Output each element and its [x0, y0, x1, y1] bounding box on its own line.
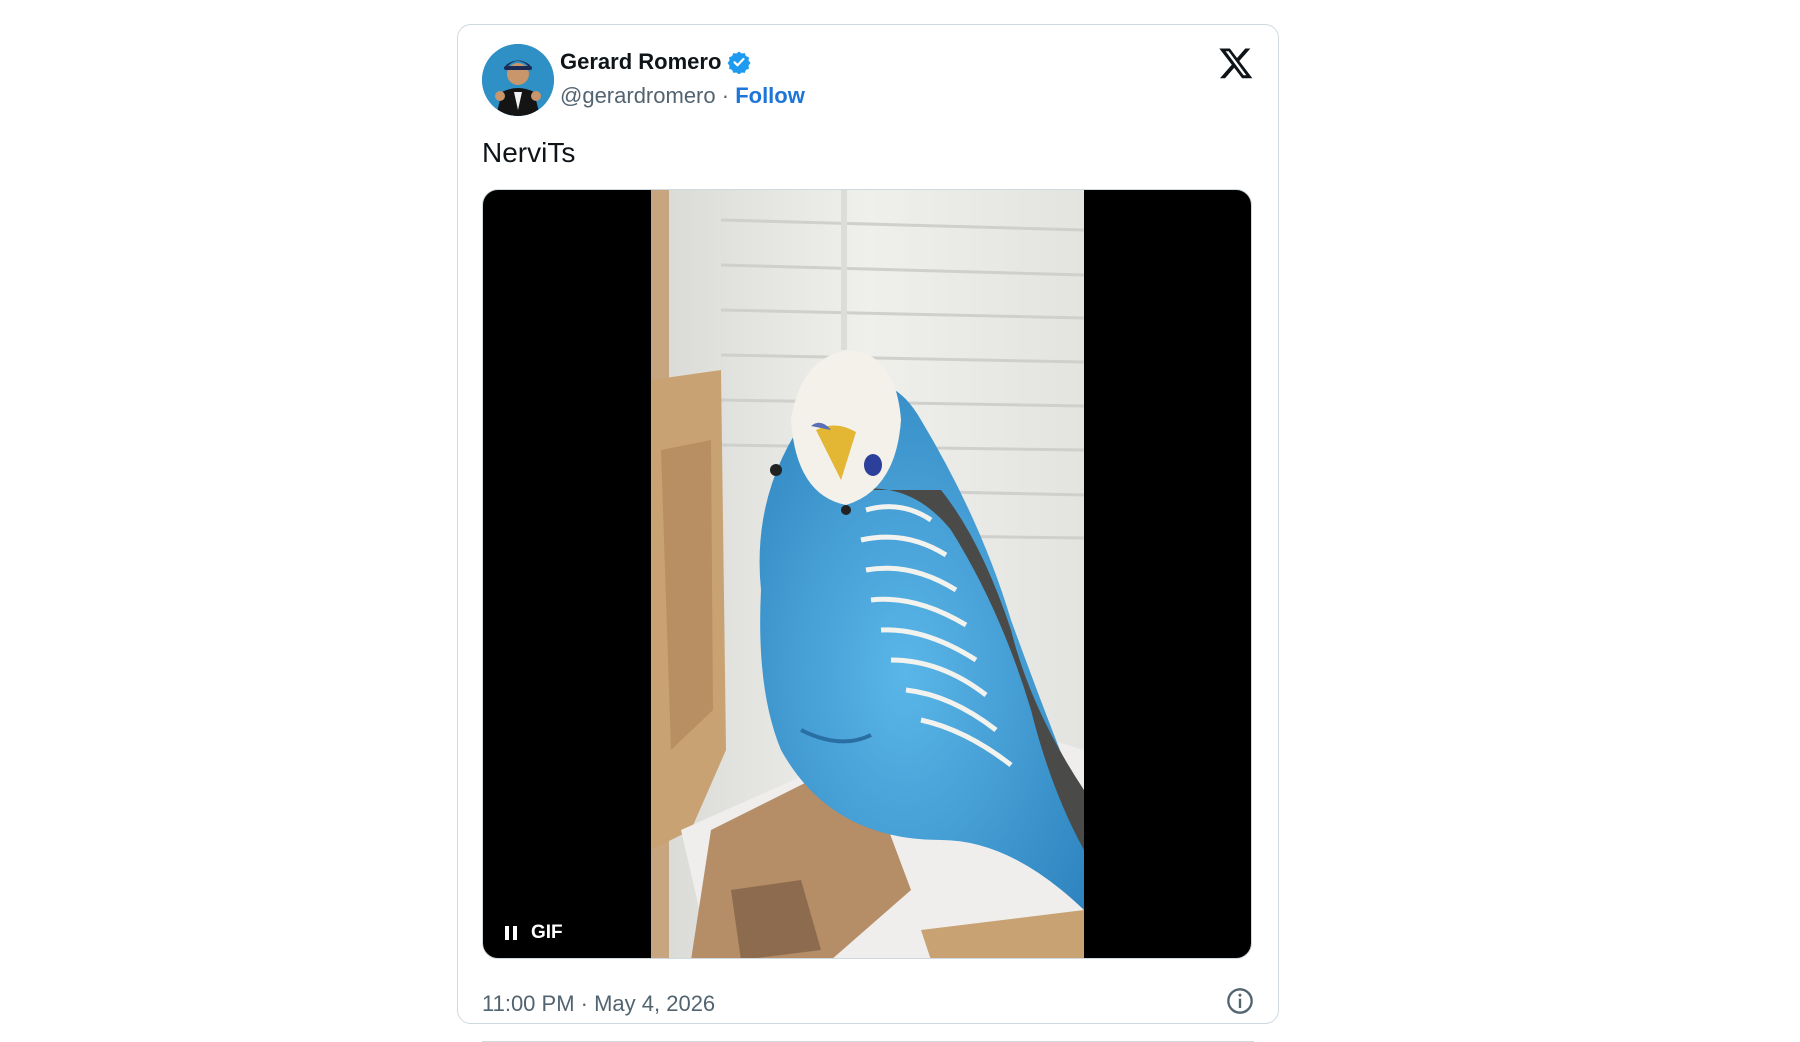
tweet-text: NerviTs [482, 137, 576, 168]
author-avatar[interactable] [482, 44, 554, 116]
author-handle[interactable]: @gerardromero [560, 83, 716, 108]
embedded-tweet-card: Gerard Romero @gerardromero · Follow Ner… [457, 24, 1279, 1042]
budgie-photo [651, 190, 1084, 958]
gif-controls[interactable]: GIF [505, 922, 563, 944]
tweet-timestamp[interactable]: 11:00 PM · May 4, 2026 [482, 991, 715, 1017]
verified-badge-icon [727, 51, 751, 74]
author-handle-row: @gerardromero · Follow [560, 83, 805, 109]
author-name-row: Gerard Romero [560, 49, 751, 75]
x-logo-icon[interactable] [1218, 45, 1254, 81]
pause-icon[interactable] [505, 926, 517, 940]
gif-media[interactable]: GIF [482, 189, 1252, 959]
follow-button[interactable]: Follow [735, 83, 805, 108]
author-name[interactable]: Gerard Romero [560, 49, 721, 75]
separator-dot: · [715, 83, 736, 108]
gif-label: GIF [531, 922, 563, 943]
info-icon[interactable] [1226, 987, 1254, 1015]
